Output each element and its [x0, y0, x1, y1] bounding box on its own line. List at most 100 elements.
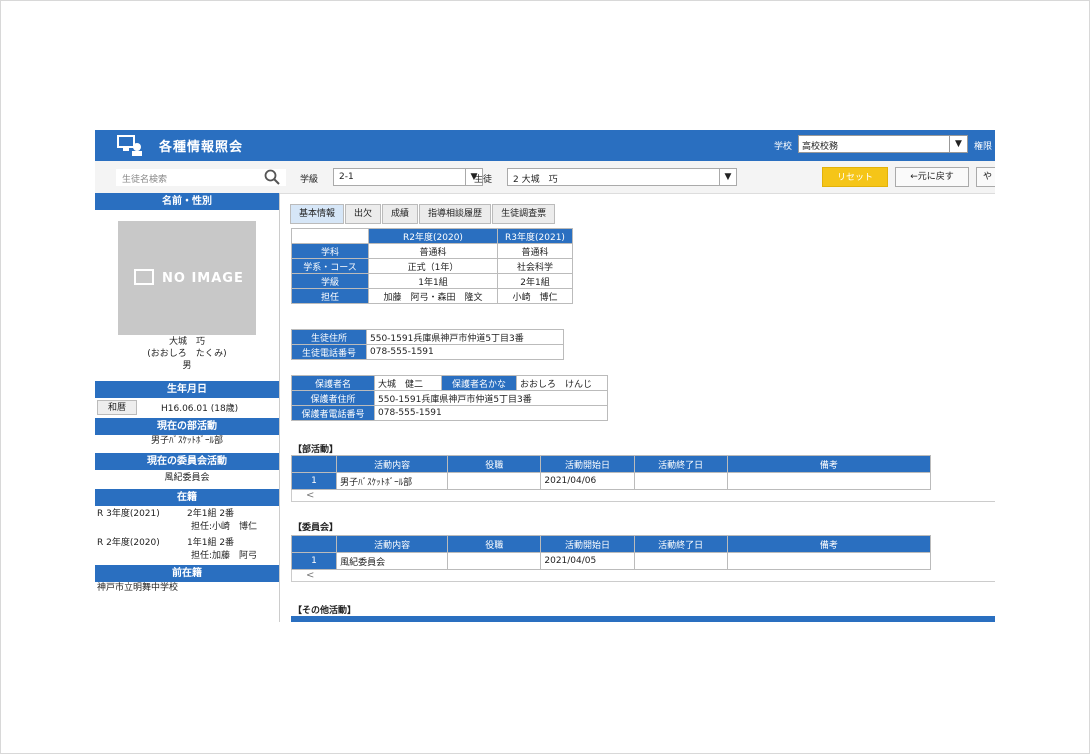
- cell: [726, 552, 932, 570]
- class-label: 学級: [300, 175, 319, 185]
- chevron-down-icon: ▼: [719, 169, 736, 185]
- tab-student-survey[interactable]: 生徒調査票: [492, 204, 556, 224]
- table-row: 保護者住所 550-1591兵庫県神戸市仲道5丁目3番: [291, 390, 608, 406]
- committee-grid: 活動内容 役職 活動開始日 活動終了日 備考 1 風紀委員会 2021/04/0…: [290, 535, 995, 582]
- column-header-no: [290, 455, 338, 473]
- cell: 普通科: [497, 243, 573, 259]
- column-header: 活動内容: [336, 455, 449, 473]
- committee-value: 風紀委員会: [164, 473, 210, 483]
- birthday-row: 和暦 H16.06.01 (18歳): [95, 398, 279, 418]
- table-row: 学科 普通科 普通科: [291, 243, 573, 259]
- row-label: 生徒電話番号: [291, 344, 367, 360]
- cell: 小崎 博仁: [497, 288, 573, 304]
- table-row: 生徒電話番号 078-555-1591: [291, 344, 564, 360]
- year-header: R3年度(2021): [497, 228, 573, 244]
- cell: 社会科学: [497, 258, 573, 274]
- cell: 普通科: [368, 243, 498, 259]
- app-window: 各種情報照会 学校 高校校務 ▼ 権限 生徒名検索 学級 2-1 ▼ 生徒 2 …: [95, 130, 995, 622]
- cell: 加藤 阿弓・森田 隆文: [368, 288, 498, 304]
- row-label: 担任: [291, 288, 369, 304]
- row-label: 生徒住所: [291, 329, 367, 345]
- cell: 男子ﾊﾞｽｹｯﾄﾎﾞｰﾙ部: [336, 472, 449, 490]
- back-button[interactable]: ←元に戻す: [895, 167, 969, 187]
- enrollment-year: R 2年度(2020): [97, 538, 160, 548]
- cell: 正式（1年）: [368, 258, 498, 274]
- row-label: 保護者電話番号: [291, 405, 375, 421]
- enrollment-year: R 3年度(2021): [97, 509, 160, 519]
- enrollment-class: 2年1組 2番: [187, 509, 235, 519]
- club-value: 男子ﾊﾞｽｹｯﾄﾎﾞｰﾙ部: [150, 436, 223, 446]
- cell: 風紀委員会: [336, 552, 449, 570]
- cell: [447, 552, 542, 570]
- era-toggle-button[interactable]: 和暦: [97, 400, 137, 415]
- row-label: 学系・コース: [291, 258, 369, 274]
- cell: 078-555-1591: [374, 405, 608, 421]
- enrollment-class: 1年1組 2番: [187, 538, 235, 548]
- tab-basic-info[interactable]: 基本情報: [290, 204, 345, 224]
- cell: [447, 472, 542, 490]
- column-header-no: [290, 535, 338, 553]
- horizontal-scrollbar[interactable]: <: [291, 570, 995, 582]
- column-header: 備考: [726, 535, 932, 553]
- cell: 550-1591兵庫県神戸市仲道5丁目3番: [374, 390, 608, 406]
- student-gender: 男: [182, 361, 192, 371]
- table-row: 生徒住所 550-1591兵庫県神戸市仲道5丁目3番: [291, 329, 564, 345]
- club-heading: 現在の部活動: [95, 418, 279, 435]
- empty-header-cell: [291, 228, 369, 244]
- birthday-heading: 生年月日: [95, 381, 279, 398]
- basic-info-table: R2年度(2020) R3年度(2021) 学科 普通科 普通科 学系・コース …: [291, 228, 573, 304]
- row-label: 学科: [291, 243, 369, 259]
- class-select-value: 2-1: [339, 172, 354, 182]
- cell: [633, 472, 728, 490]
- student-kana: (おおしろ たくみ): [147, 349, 227, 359]
- club-grid: 活動内容 役職 活動開始日 活動終了日 備考 1 男子ﾊﾞｽｹｯﾄﾎﾞｰﾙ部 2…: [290, 455, 995, 502]
- column-header: 活動終了日: [633, 535, 728, 553]
- cell: 2021/04/06: [540, 472, 635, 490]
- tab-guidance-history[interactable]: 指導相談履歴: [419, 204, 492, 224]
- more-button[interactable]: や: [976, 167, 995, 187]
- table-row[interactable]: 1 風紀委員会 2021/04/05: [290, 552, 932, 570]
- row-label: 学級: [291, 273, 369, 289]
- image-icon: [134, 269, 154, 285]
- previous-school: 神戸市立明舞中学校: [97, 583, 179, 593]
- app-logo-icon: [117, 135, 142, 156]
- column-header: 活動内容: [336, 535, 449, 553]
- tab-attendance[interactable]: 出欠: [345, 204, 382, 224]
- cell: [633, 552, 728, 570]
- cell: 550-1591兵庫県神戸市仲道5丁目3番: [366, 329, 564, 345]
- scroll-left-icon[interactable]: <: [306, 490, 314, 501]
- student-search-input[interactable]: 生徒名検索: [116, 169, 286, 186]
- privilege-label: 権限: [974, 142, 993, 152]
- search-icon[interactable]: [263, 168, 281, 186]
- no-image-text: NO IMAGE: [162, 271, 244, 286]
- school-select[interactable]: 高校校務 ▼: [798, 135, 968, 153]
- birthday-value: H16.06.01 (18歳): [161, 404, 239, 414]
- committee-heading: 現在の委員会活動: [95, 453, 279, 470]
- row-number: 1: [290, 552, 338, 570]
- column-header: 備考: [726, 455, 932, 473]
- horizontal-scrollbar[interactable]: <: [291, 490, 995, 502]
- student-label: 生徒: [474, 175, 493, 185]
- column-header: 活動終了日: [633, 455, 728, 473]
- cell: 2年1組: [497, 273, 573, 289]
- class-select[interactable]: 2-1 ▼: [333, 168, 483, 186]
- row-label: 保護者名かな: [441, 375, 517, 391]
- student-select[interactable]: 2 大城 巧 ▼: [507, 168, 737, 186]
- other-section-header-strip: [291, 616, 995, 622]
- guardian-table: 保護者名 大城 健二 保護者名かな おおしろ けんじ 保護者住所 550-159…: [291, 375, 608, 421]
- enrollment-item: R 2年度(2020) 1年1組 2番 担任:加藤 阿弓: [95, 535, 279, 565]
- reset-button[interactable]: リセット: [822, 167, 888, 187]
- school-select-value: 高校校務: [802, 142, 839, 152]
- row-label: 保護者名: [291, 375, 375, 391]
- column-header: 役職: [447, 455, 542, 473]
- scroll-left-icon[interactable]: <: [306, 570, 314, 581]
- row-number: 1: [290, 472, 338, 490]
- table-row[interactable]: 1 男子ﾊﾞｽｹｯﾄﾎﾞｰﾙ部 2021/04/06: [290, 472, 932, 490]
- student-select-value: 2 大城 巧: [513, 175, 558, 185]
- school-label: 学校: [774, 142, 793, 152]
- student-photo-placeholder: NO IMAGE: [118, 221, 256, 335]
- table-row: 学級 1年1組 2年1組: [291, 273, 573, 289]
- cell: おおしろ けんじ: [516, 375, 608, 391]
- tab-grades[interactable]: 成績: [382, 204, 419, 224]
- year-header: R2年度(2020): [368, 228, 498, 244]
